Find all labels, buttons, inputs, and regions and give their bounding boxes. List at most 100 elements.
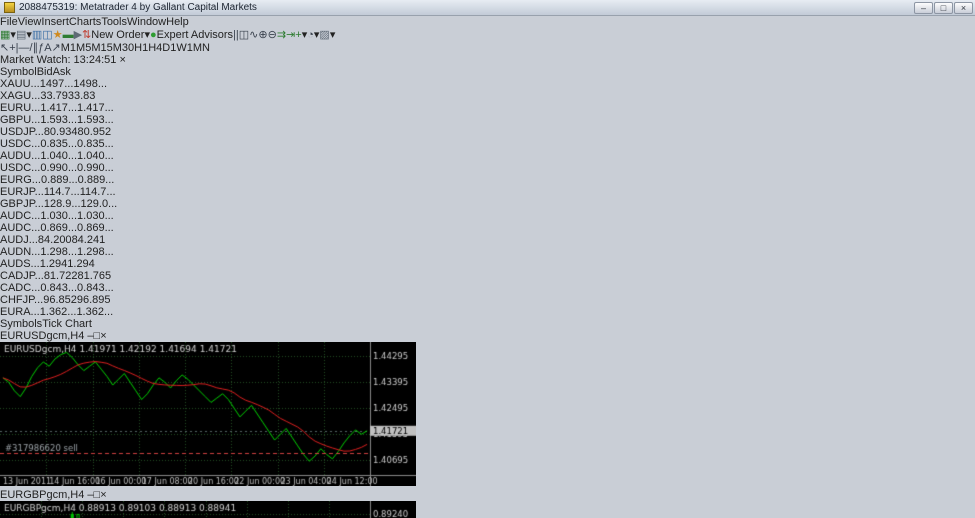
- new-chart-button[interactable]: ▦▾: [0, 29, 16, 41]
- templates-button[interactable]: ▨▾: [319, 29, 335, 41]
- timeframe-m1-button[interactable]: M1: [61, 42, 76, 54]
- maximize-button[interactable]: □: [934, 1, 953, 14]
- minimize-button[interactable]: –: [914, 1, 933, 14]
- market-watch-row[interactable]: XAUU...1497...1498...: [0, 78, 975, 90]
- market-watch-row[interactable]: AUDC...1.030...1.030...: [0, 210, 975, 222]
- bid-value: 1.417...: [40, 102, 78, 114]
- periods-button[interactable]: ◔▾: [307, 29, 319, 41]
- market-watch-close-icon[interactable]: ×: [119, 54, 125, 66]
- menu-help[interactable]: Help: [166, 16, 189, 28]
- timeframe-d1-button[interactable]: D1: [162, 42, 176, 54]
- expert-advisors-button[interactable]: ●Expert Advisors: [150, 29, 233, 41]
- strategy-tester-button[interactable]: ▶: [74, 29, 82, 41]
- symbol-name: EURG...: [0, 174, 41, 186]
- menu-insert[interactable]: Insert: [41, 16, 69, 28]
- periods-icon: ◔: [307, 29, 314, 41]
- timeframe-mn-button[interactable]: MN: [193, 42, 210, 54]
- menu-view[interactable]: View: [18, 16, 42, 28]
- market-watch-row[interactable]: AUDN...1.298...1.298...: [0, 246, 975, 258]
- menu-tools[interactable]: Tools: [101, 16, 127, 28]
- market-watch-column-headers: SymbolBidAsk: [0, 66, 975, 78]
- cursor-tool-button[interactable]: ↖: [0, 42, 9, 54]
- market-watch-row[interactable]: EURG...0.889...0.889...: [0, 174, 975, 186]
- ask-value: 1.362...: [76, 306, 114, 318]
- ask-value: 0.889...: [77, 174, 115, 186]
- chart-canvas-eurgbp[interactable]: [0, 501, 416, 518]
- market-watch-row[interactable]: AUDS...1.2941.294: [0, 258, 975, 270]
- chart-close-button[interactable]: ×: [100, 489, 106, 501]
- market-watch-row[interactable]: AUDJ...84.20084.241: [0, 234, 975, 246]
- market-watch-row[interactable]: XAGU...33.7933.83: [0, 90, 975, 102]
- chart-shift-button[interactable]: ⇥: [286, 29, 295, 41]
- horizontal-line-tool-button[interactable]: —: [19, 42, 30, 54]
- chart-window-eurgbp[interactable]: EURGBPgcm,H4 –□×: [0, 489, 975, 518]
- timeframe-m30-button[interactable]: M30: [113, 42, 134, 54]
- navigator-toggle-button[interactable]: ★: [53, 29, 63, 41]
- bid-value: 33.79: [40, 90, 68, 102]
- market-watch-row[interactable]: GBPJP...128.9...129.0...: [0, 198, 975, 210]
- market-watch-col-symbol[interactable]: Symbol: [0, 66, 37, 78]
- timeframe-m15-button[interactable]: M15: [91, 42, 112, 54]
- ask-value: 80.952: [77, 126, 112, 138]
- market-watch-col-ask[interactable]: Ask: [53, 66, 71, 78]
- market-watch-col-bid[interactable]: Bid: [37, 66, 53, 78]
- arrows-tool-button[interactable]: ↗: [52, 42, 61, 54]
- data-window-toggle-button[interactable]: ◫: [42, 29, 52, 41]
- arrows-tool-icon: ↗: [51, 42, 61, 54]
- market-watch-row[interactable]: USDC...0.835...0.835...: [0, 138, 975, 150]
- market-watch-row[interactable]: EURJP...114.7...114.7...: [0, 186, 975, 198]
- close-button[interactable]: ×: [954, 1, 973, 14]
- chart-shift-icon: ⇥: [286, 29, 296, 41]
- market-watch-row[interactable]: AUDC...0.869...0.869...: [0, 222, 975, 234]
- chart-window-title: EURUSDgcm,H4: [0, 330, 85, 342]
- zoom-out-button[interactable]: ⊖: [268, 29, 277, 41]
- market-watch-toggle-icon: ▥: [31, 29, 43, 41]
- bid-value: 84.200: [37, 234, 72, 246]
- menu-window[interactable]: Window: [127, 16, 166, 28]
- market-watch-tab-symbols[interactable]: Symbols: [0, 318, 42, 330]
- chart-window-titlebar[interactable]: EURUSDgcm,H4 –□×: [0, 330, 975, 342]
- timeframe-h4-button[interactable]: H4: [148, 42, 162, 54]
- market-watch-row[interactable]: GBPU...1.593...1.593...: [0, 114, 975, 126]
- market-watch-tab-tick-chart[interactable]: Tick Chart: [42, 318, 92, 330]
- text-tool-button[interactable]: A: [44, 42, 51, 54]
- market-watch-row[interactable]: CADJP...81.72281.765: [0, 270, 975, 282]
- symbol-name: USDC...: [0, 162, 41, 174]
- market-watch-row[interactable]: CADC...0.843...0.843...: [0, 282, 975, 294]
- candlestick-mode-icon: ◫: [238, 29, 250, 41]
- menu-file[interactable]: File: [0, 16, 18, 28]
- bid-value: 0.869...: [40, 222, 78, 234]
- chart-window-eurusd-top[interactable]: EURUSDgcm,H4 –□×: [0, 330, 975, 489]
- symbol-name: EURU...: [0, 102, 41, 114]
- candlestick-mode-button[interactable]: ◫: [239, 29, 249, 41]
- market-watch-row[interactable]: USDJP...80.93480.952: [0, 126, 975, 138]
- chart-canvas-eurusd-top[interactable]: [0, 342, 416, 486]
- timeframe-w1-button[interactable]: W1: [176, 42, 193, 54]
- ask-value: 33.83: [67, 90, 96, 102]
- auto-scroll-button[interactable]: ⇉: [277, 29, 286, 41]
- market-watch-row[interactable]: CHFJP...96.85296.895: [0, 294, 975, 306]
- expert-advisors-icon: ●: [149, 29, 157, 41]
- profiles-button[interactable]: ▤▾: [16, 29, 32, 41]
- market-watch-row[interactable]: EURU...1.417...1.417...: [0, 102, 975, 114]
- timeframe-m5-button[interactable]: M5: [76, 42, 91, 54]
- new-order-icon: ⇅: [82, 29, 92, 41]
- market-watch-row[interactable]: USDC...0.990...0.990...: [0, 162, 975, 174]
- new-order-button[interactable]: ⇅New Order▾: [82, 29, 150, 41]
- line-chart-mode-button[interactable]: ∿: [249, 29, 258, 41]
- auto-scroll-icon: ⇉: [276, 29, 287, 41]
- market-watch-row[interactable]: EURA...1.362...1.362...: [0, 306, 975, 318]
- bid-value: 1.298...: [40, 246, 78, 258]
- menu-charts[interactable]: Charts: [69, 16, 101, 28]
- ask-value: 0.843...: [77, 282, 114, 294]
- chart-close-button[interactable]: ×: [100, 330, 106, 342]
- ask-value: 1.593...: [77, 114, 114, 126]
- market-watch-row[interactable]: AUDU...1.040...1.040...: [0, 150, 975, 162]
- timeframe-h1-button[interactable]: H1: [134, 42, 148, 54]
- symbol-name: EURA...: [0, 306, 40, 318]
- market-watch-toggle-button[interactable]: ▥: [32, 29, 42, 41]
- terminal-toggle-button[interactable]: ▬: [63, 29, 74, 41]
- zoom-in-button[interactable]: ⊕: [258, 29, 267, 41]
- chart-window-titlebar[interactable]: EURGBPgcm,H4 –□×: [0, 489, 975, 501]
- indicators-button[interactable]: +▾: [295, 29, 307, 41]
